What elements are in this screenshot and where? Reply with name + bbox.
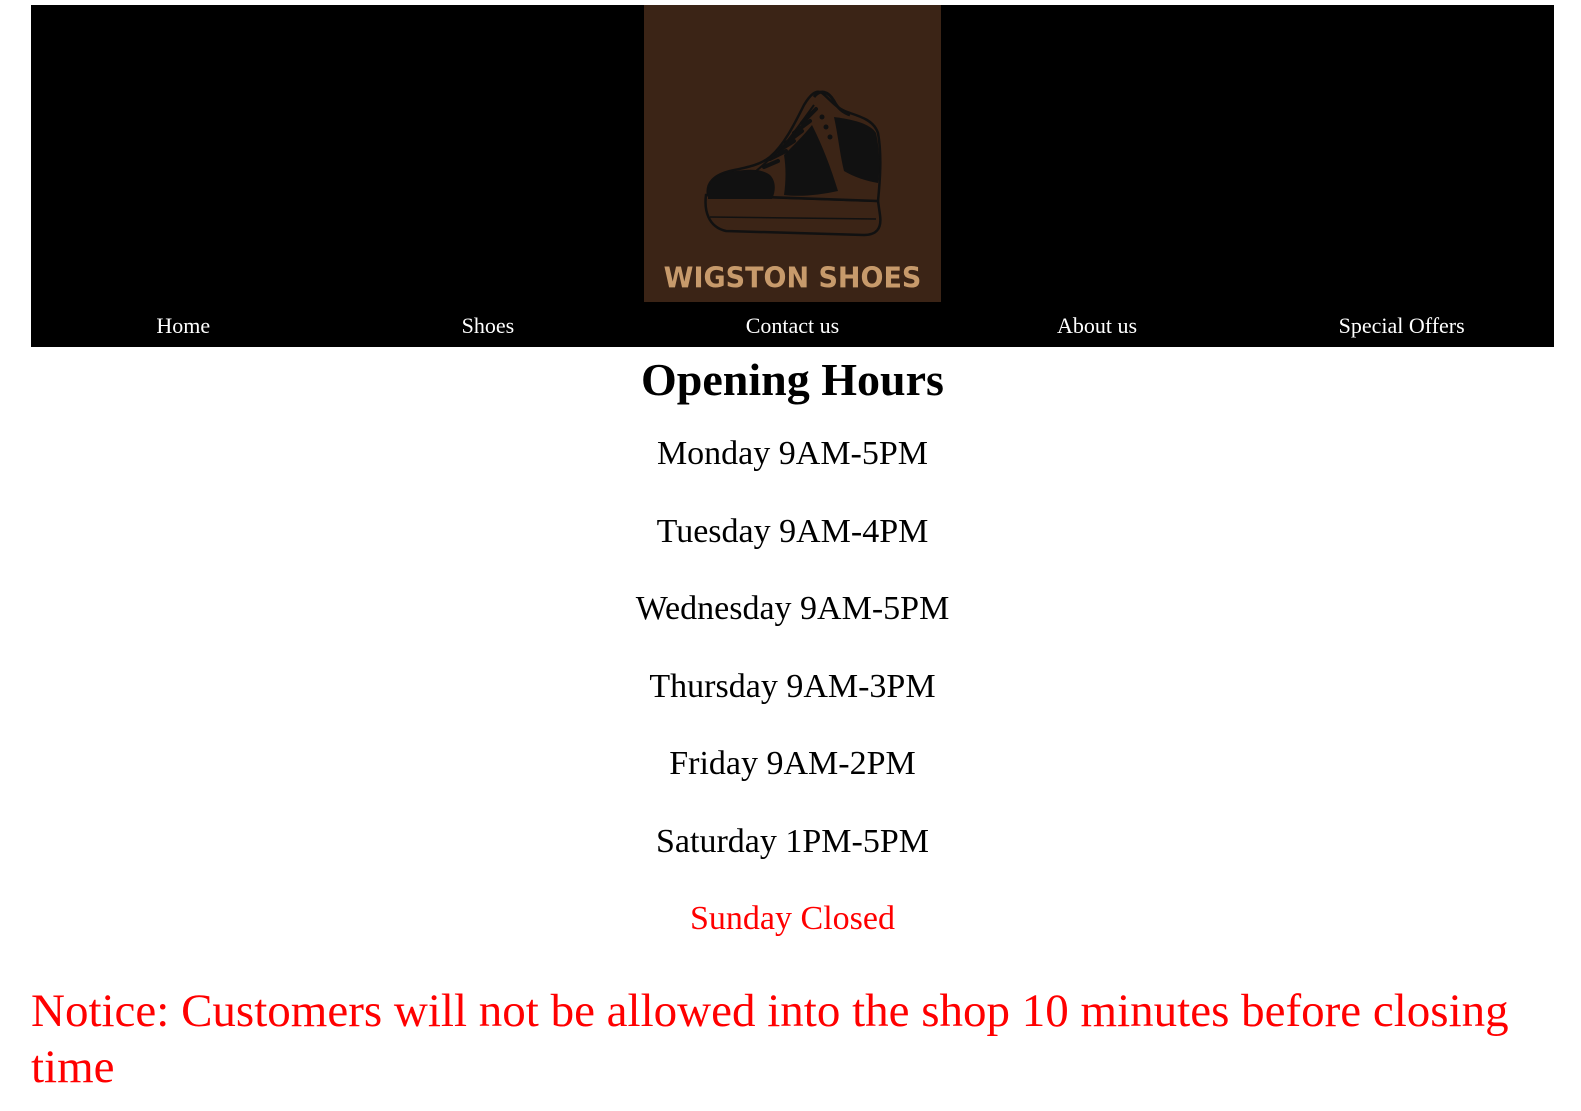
closing-notice: Notice: Customers will not be allowed in…	[31, 985, 1509, 1093]
logo-text: WIGSTON SHOES	[663, 262, 922, 295]
nav-home[interactable]: Home	[31, 305, 336, 347]
nav-contact-us[interactable]: Contact us	[640, 305, 945, 347]
site-header: WIGSTON SHOES Home Shoes Contact us Abou…	[31, 5, 1554, 347]
hours-monday: Monday 9AM-5PM	[656, 435, 929, 472]
hours-sunday: Sunday Closed	[690, 900, 895, 937]
main-nav: Home Shoes Contact us About us Special O…	[31, 305, 1554, 347]
opening-hours-list: Monday 9AM-5PM Tuesday 9AM-4PM Wednesday…	[0, 434, 1581, 977]
page-title: Opening Hours	[641, 354, 944, 405]
hours-thursday: Thursday 9AM-3PM	[649, 667, 936, 705]
hours-friday: Friday 9AM-2PM	[669, 745, 916, 782]
nav-about-us[interactable]: About us	[945, 305, 1250, 347]
main-content: Opening Hours Monday 9AM-5PM Tuesday 9AM…	[0, 347, 1581, 977]
hours-wednesday: Wednesday 9AM-5PM	[635, 590, 950, 627]
nav-special-offers[interactable]: Special Offers	[1249, 305, 1554, 347]
hours-saturday: Saturday 1PM-5PM	[656, 822, 929, 860]
sneaker-icon	[704, 90, 882, 237]
hours-tuesday: Tuesday 9AM-4PM	[656, 512, 929, 550]
logo[interactable]: WIGSTON SHOES	[644, 5, 941, 302]
nav-shoes[interactable]: Shoes	[336, 305, 641, 347]
